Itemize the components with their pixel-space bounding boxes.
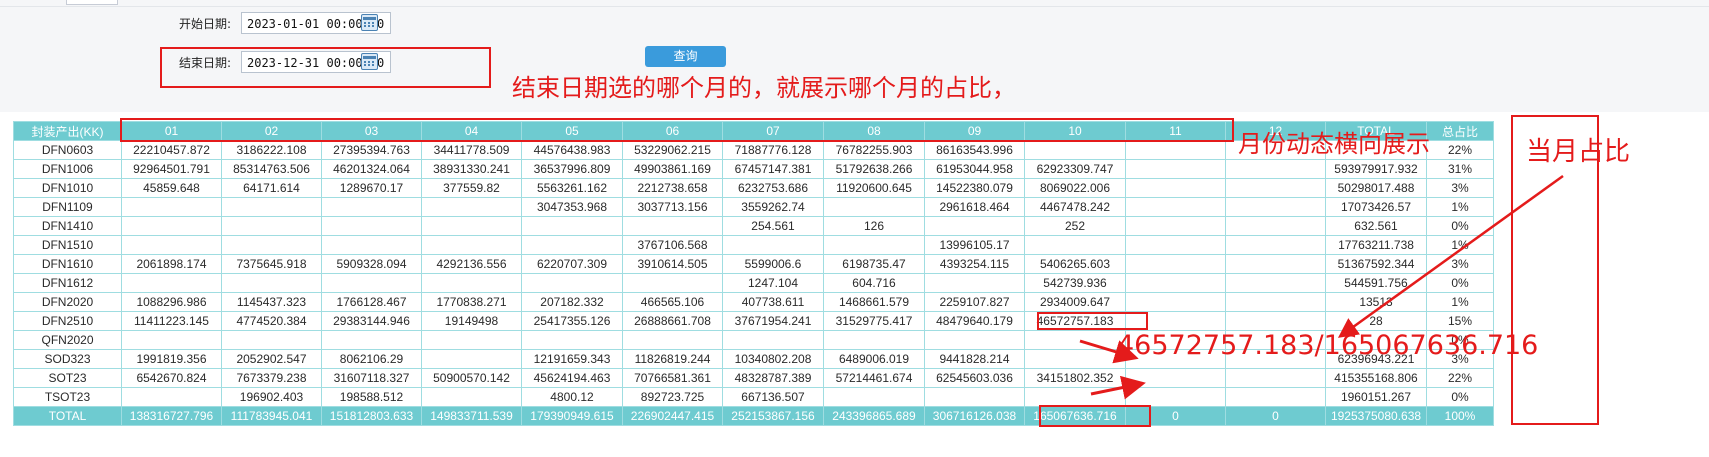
arrow-to-ratio [1337,174,1564,338]
arrow-from-cell [1079,339,1139,364]
arrow-from-total [1090,375,1146,400]
annotation-arrows [1079,174,1564,400]
